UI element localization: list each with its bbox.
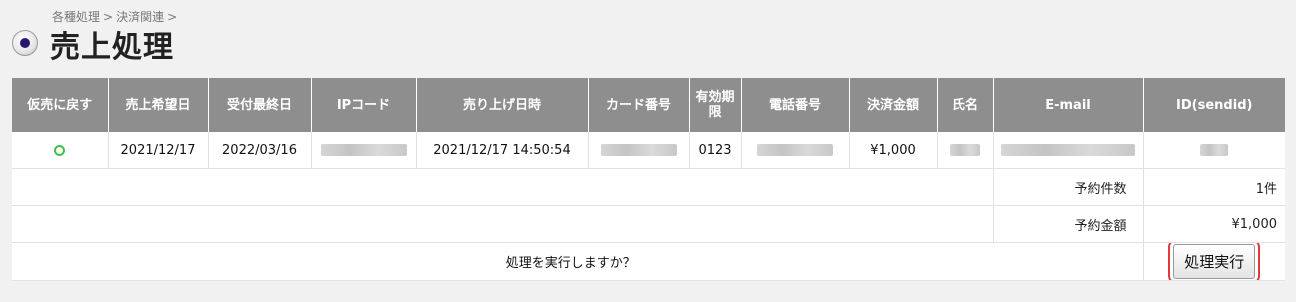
sendid-cell [1143,132,1285,169]
page-header: 各種処理 > 決済関連 > 売上処理 [10,6,610,66]
reservation-amount-label: 予約金額 [993,205,1144,243]
redacted-name [950,144,980,156]
col-header-phone: 電話番号 [741,78,850,132]
summary-count-row: 予約件数 1件 [12,168,1285,206]
col-header-amount: 決済金額 [849,78,938,132]
sales-table: 仮売に戻す 売上希望日 受付最終日 IPコード 売り上げ日時 カード番号 有効期… [12,78,1285,281]
summary-amount-row: 予約金額 ¥1,000 [12,205,1285,243]
redacted-card-number [600,144,677,156]
reservation-count-value: 1件 [1143,168,1285,206]
deadline-cell: 2022/03/16 [208,132,312,169]
action-row: 処理を実行しますか？ 処理実行 [12,242,1285,281]
sales-panel: 仮売に戻す 売上希望日 受付最終日 IPコード 売り上げ日時 カード番号 有効期… [12,78,1285,281]
reservation-count-label: 予約件数 [993,168,1144,206]
col-header-email: E-mail [993,78,1144,132]
col-header-revert: 仮売に戻す [12,78,109,132]
name-cell [937,132,994,169]
redacted-sendid [1200,144,1229,156]
col-header-name: 氏名 [937,78,994,132]
col-header-ip-code: IPコード [311,78,417,132]
page-title: 売上処理 [50,30,174,65]
redacted-ip-code [320,144,407,156]
col-header-desired-date: 売上希望日 [108,78,209,132]
col-header-sales-datetime: 売り上げ日時 [416,78,589,132]
radio-bullet-icon [12,30,38,56]
ip-code-cell [311,132,417,169]
desired-date-cell: 2021/12/17 [108,132,209,169]
reservation-amount-value: ¥1,000 [1143,205,1285,243]
col-header-sendid: ID(sendid) [1143,78,1285,132]
table-row: 2021/12/17 2022/03/16 2021/12/17 14:50:5… [12,132,1285,169]
redacted-email [1001,144,1135,156]
execute-button[interactable]: 処理実行 [1168,242,1261,280]
redacted-phone [757,144,833,156]
card-number-cell [588,132,690,169]
table-header-row: 仮売に戻す 売上希望日 受付最終日 IPコード 売り上げ日時 カード番号 有効期… [12,78,1285,132]
confirm-message: 処理を実行しますか？ [12,242,1144,281]
expiry-cell: 0123 [689,132,742,169]
email-cell [993,132,1144,169]
revert-cell[interactable] [12,132,109,169]
circle-icon[interactable] [54,144,66,156]
phone-cell [741,132,850,169]
col-header-expiry: 有効期限 [689,78,742,132]
col-header-card-number: カード番号 [588,78,690,132]
sales-datetime-cell: 2021/12/17 14:50:54 [416,132,589,169]
amount-cell: ¥1,000 [849,132,938,169]
col-header-deadline: 受付最終日 [208,78,312,132]
